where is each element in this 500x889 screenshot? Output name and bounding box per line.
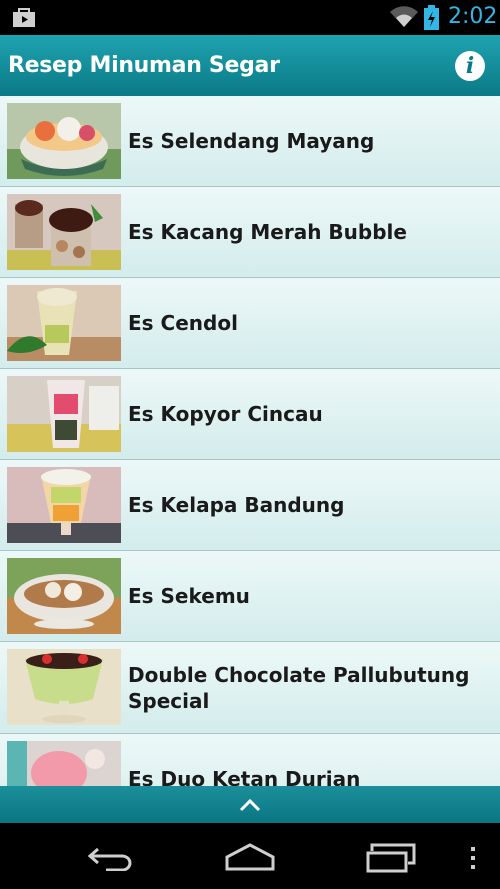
- recipe-thumbnail: [7, 649, 121, 725]
- shopping-bag-icon: [13, 8, 35, 27]
- home-icon[interactable]: [224, 841, 276, 873]
- list-item[interactable]: Es Kacang Merah Bubble: [0, 187, 500, 278]
- clock: 2:02: [448, 4, 498, 29]
- recipe-name: Es Cendol: [128, 311, 238, 335]
- recipe-name: Es Kacang Merah Bubble: [128, 220, 407, 244]
- recipe-name: Es Duo Ketan Durian: [128, 767, 361, 786]
- recipe-thumbnail: [7, 285, 121, 361]
- list-item[interactable]: Es Kelapa Bandung: [0, 460, 500, 551]
- recipe-name: Es Sekemu: [128, 584, 250, 608]
- recipe-thumbnail: [7, 741, 121, 786]
- back-icon[interactable]: [86, 843, 136, 871]
- list-item[interactable]: Es Duo Ketan Durian: [0, 734, 500, 786]
- list-item[interactable]: Es Selendang Mayang: [0, 96, 500, 187]
- action-bar: Resep Minuman Segar: [0, 35, 500, 96]
- list-item[interactable]: Es Kopyor Cincau: [0, 369, 500, 460]
- list-item[interactable]: Es Cendol: [0, 278, 500, 369]
- recipe-thumbnail: [7, 103, 121, 179]
- list-item[interactable]: Es Sekemu: [0, 551, 500, 642]
- wifi-icon: [390, 6, 418, 27]
- recipe-name: Es Kopyor Cincau: [128, 402, 323, 426]
- info-icon[interactable]: i: [455, 51, 485, 81]
- system-nav-bar: [0, 823, 500, 889]
- recipe-list[interactable]: Es Selendang Mayang Es Kacang Merah Bubb…: [0, 96, 500, 786]
- status-bar: 2:02: [0, 0, 500, 35]
- app-title: Resep Minuman Segar: [8, 53, 280, 78]
- expand-bar[interactable]: [0, 786, 500, 823]
- recipe-name: Es Selendang Mayang: [128, 129, 375, 153]
- recipe-thumbnail: [7, 194, 121, 270]
- recipe-thumbnail: [7, 376, 121, 452]
- overflow-menu-icon[interactable]: [468, 845, 478, 871]
- recents-icon[interactable]: [364, 841, 418, 873]
- recipe-thumbnail: [7, 467, 121, 543]
- recipe-thumbnail: [7, 558, 121, 634]
- recipe-name: Es Kelapa Bandung: [128, 493, 345, 517]
- recipe-name: Double Chocolate Pallubutung Special: [128, 662, 470, 713]
- chevron-up-icon[interactable]: [239, 798, 261, 812]
- list-item[interactable]: Double Chocolate Pallubutung Special: [0, 642, 500, 734]
- battery-charging-icon: [424, 5, 439, 30]
